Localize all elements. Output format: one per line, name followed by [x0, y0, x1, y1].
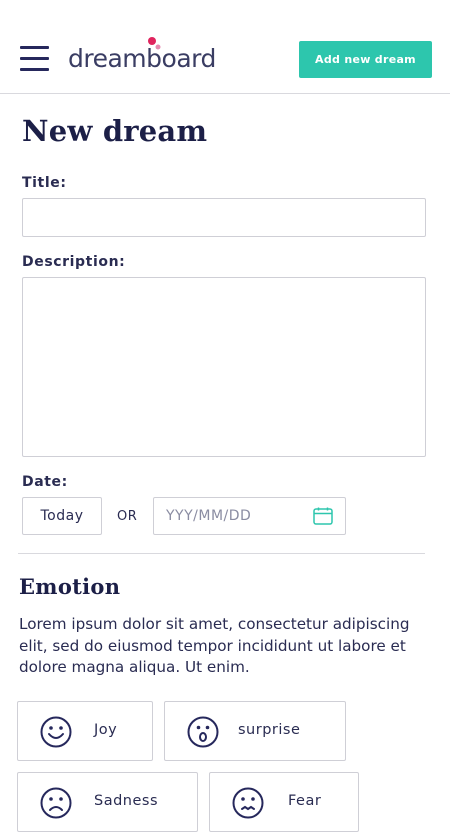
or-text: OR	[117, 509, 138, 524]
description-label: Description:	[22, 254, 126, 270]
logo[interactable]: dreamboard	[68, 37, 216, 74]
calendar-icon[interactable]	[313, 507, 333, 525]
page-title: New dream	[22, 114, 208, 148]
today-button[interactable]: Today	[22, 497, 102, 535]
description-textarea[interactable]	[22, 277, 426, 457]
emotion-label: Sadness	[94, 793, 159, 809]
title-input[interactable]	[22, 198, 426, 237]
emotion-option-fear[interactable]: Fear	[209, 772, 359, 832]
title-label: Title:	[22, 175, 67, 191]
logo-dots-icon	[148, 37, 161, 50]
emotion-label: Joy	[94, 722, 118, 738]
emotion-option-sadness[interactable]: Sadness	[17, 772, 198, 832]
emotion-label: surprise	[238, 722, 301, 738]
sad-face-icon	[40, 787, 72, 819]
top-header: dreamboard Add new dream	[0, 0, 450, 94]
logo-text: dreamboard	[68, 44, 216, 73]
date-label: Date:	[22, 474, 68, 490]
emotion-option-surprise[interactable]: surprise	[164, 701, 346, 761]
section-divider	[18, 553, 425, 554]
emotion-section-description: Lorem ipsum dolor sit amet, consectetur …	[19, 615, 410, 676]
surprised-face-icon	[187, 716, 219, 748]
date-input[interactable]: YYY/MM/DD	[153, 497, 346, 535]
emotion-option-joy[interactable]: Joy	[17, 701, 153, 761]
emotion-section-title: Emotion	[19, 574, 121, 599]
menu-icon[interactable]	[20, 46, 50, 72]
smile-face-icon	[40, 716, 72, 748]
emotion-label: Fear	[288, 793, 322, 809]
add-new-dream-button[interactable]: Add new dream	[299, 41, 432, 78]
date-placeholder: YYY/MM/DD	[166, 508, 252, 524]
fear-face-icon	[232, 787, 264, 819]
